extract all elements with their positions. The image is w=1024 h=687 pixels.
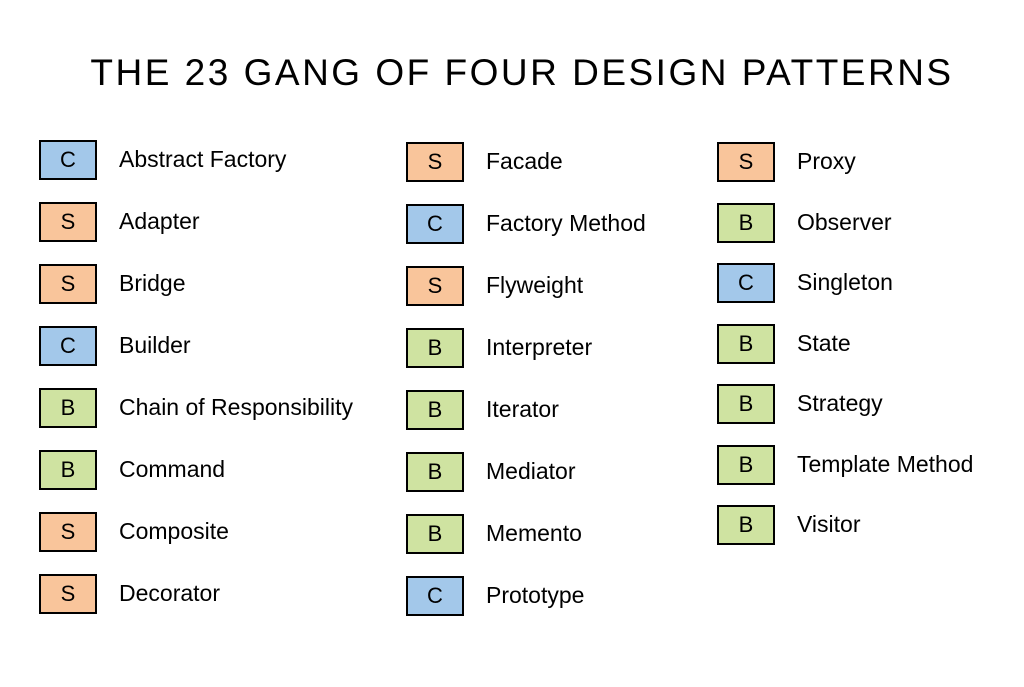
pattern-item: S Composite <box>39 512 353 574</box>
pattern-name: Command <box>119 456 226 482</box>
category-badge: B <box>717 505 775 545</box>
pattern-name: Adapter <box>119 208 200 234</box>
pattern-name: Bridge <box>119 270 186 296</box>
pattern-name: Template Method <box>797 450 974 477</box>
pattern-name: Singleton <box>797 269 893 295</box>
category-badge: S <box>39 512 97 552</box>
pattern-item: B Chain of Responsibility <box>39 388 353 450</box>
pattern-item: S Adapter <box>39 202 353 264</box>
pattern-item: S Flyweight <box>406 266 646 328</box>
pattern-name: Factory Method <box>486 210 646 236</box>
pattern-column-3: S Proxy B Observer C Singleton B State B Strategy… <box>717 142 973 566</box>
category-badge: S <box>406 266 464 306</box>
pattern-item: B Interpreter <box>406 328 646 390</box>
pattern-item: C Prototype <box>406 576 646 638</box>
category-badge: B <box>717 444 775 485</box>
category-badge: S <box>39 574 97 614</box>
category-badge: S <box>406 142 464 182</box>
pattern-name: Mediator <box>486 458 576 484</box>
category-badge: B <box>406 390 464 430</box>
pattern-name: Interpreter <box>486 334 593 360</box>
category-badge: S <box>39 264 97 304</box>
category-badge: B <box>406 328 464 368</box>
category-badge: B <box>406 514 464 554</box>
category-badge: C <box>406 576 464 616</box>
pattern-column-2: S Facade C Factory Method S Flyweight B Interpr… <box>406 142 646 638</box>
pattern-name: Visitor <box>797 511 861 537</box>
pattern-item: B State <box>717 323 973 385</box>
pattern-item: C Builder <box>39 326 353 388</box>
pattern-name: Facade <box>486 148 563 174</box>
pattern-item: B Strategy <box>717 384 973 445</box>
category-badge: B <box>717 384 775 424</box>
pattern-item: B Mediator <box>406 452 646 514</box>
category-badge: C <box>39 140 97 180</box>
pattern-item: S Decorator <box>39 574 353 636</box>
category-badge: B <box>717 202 775 243</box>
category-badge: S <box>717 142 775 182</box>
pattern-item: B Iterator <box>406 390 646 452</box>
pattern-name: Abstract Factory <box>119 146 287 172</box>
category-badge: B <box>39 450 97 490</box>
pattern-name: Chain of Responsibility <box>119 394 353 420</box>
pattern-name: Iterator <box>486 396 559 422</box>
pattern-item: B Command <box>39 450 353 512</box>
pattern-name: Builder <box>119 332 191 358</box>
page-title: THE 23 GANG OF FOUR DESIGN PATTERNS <box>90 52 954 93</box>
pattern-name: Composite <box>119 518 229 544</box>
pattern-name: Prototype <box>486 582 585 608</box>
pattern-name: Proxy <box>797 148 856 174</box>
pattern-item: C Factory Method <box>406 204 646 266</box>
pattern-name: Decorator <box>119 580 220 606</box>
pattern-name: State <box>797 329 851 356</box>
pattern-item: S Facade <box>406 142 646 204</box>
pattern-column-1: C Abstract Factory S Adapter S Bridge C Builder… <box>39 140 353 636</box>
pattern-name: Observer <box>797 208 892 235</box>
pattern-item: B Memento <box>406 514 646 576</box>
category-badge: B <box>39 388 97 428</box>
pattern-item: B Visitor <box>717 505 973 566</box>
pattern-name: Memento <box>486 520 582 546</box>
category-badge: B <box>406 452 464 492</box>
pattern-item: S Bridge <box>39 264 353 326</box>
pattern-item: B Template Method <box>717 444 974 506</box>
pattern-item: C Abstract Factory <box>39 140 353 202</box>
pattern-name: Flyweight <box>486 272 584 298</box>
category-badge: S <box>39 202 97 242</box>
category-badge: C <box>406 204 464 244</box>
category-badge: C <box>39 326 97 366</box>
pattern-item: C Singleton <box>717 263 973 324</box>
pattern-item: S Proxy <box>717 142 973 203</box>
pattern-name: Strategy <box>797 390 883 416</box>
category-badge: B <box>717 323 775 364</box>
category-badge: C <box>717 263 775 303</box>
pattern-item: B Observer <box>717 202 973 264</box>
